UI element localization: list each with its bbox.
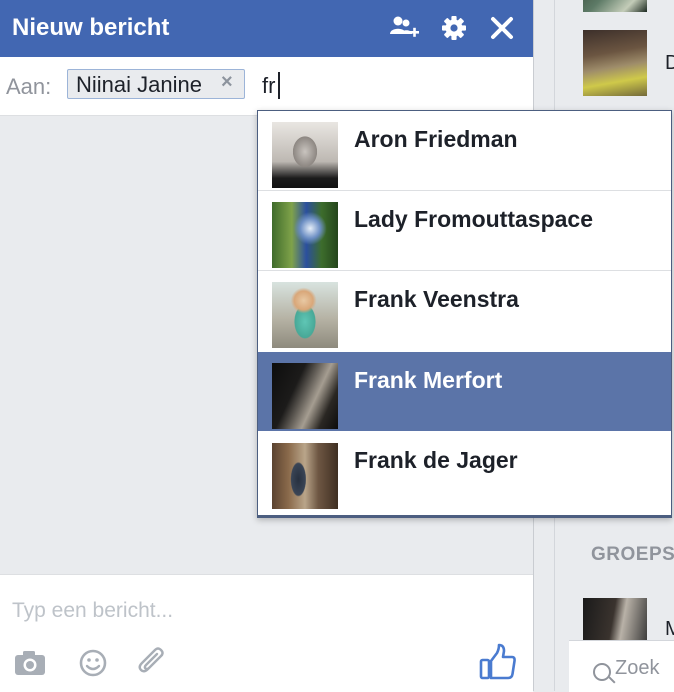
chat-titlebar[interactable]: Nieuw bericht <box>0 0 533 57</box>
suggestion-name: Lady Fromouttaspace <box>354 206 593 232</box>
recipient-token-label: Niinai Janine <box>76 72 202 97</box>
suggestion-item[interactable]: Lady Fromouttaspace <box>258 191 671 270</box>
thumbs-up-icon[interactable] <box>478 643 518 681</box>
message-input[interactable] <box>12 595 512 627</box>
avatar <box>272 282 338 348</box>
text-caret <box>278 72 280 99</box>
search-icon <box>593 663 611 681</box>
suggestion-name: Frank de Jager <box>354 447 518 473</box>
recipient-search-input[interactable] <box>262 71 442 101</box>
add-people-icon[interactable] <box>388 12 420 44</box>
gear-icon[interactable] <box>438 12 470 44</box>
recipient-token[interactable]: Niinai Janine × <box>67 69 245 99</box>
suggestion-name: Frank Merfort <box>354 367 503 393</box>
avatar <box>272 363 338 429</box>
close-icon[interactable] <box>486 12 518 44</box>
avatar <box>272 202 338 268</box>
sidebar-partial-name[interactable]: D <box>665 52 674 75</box>
suggestion-item[interactable]: Frank Veenstra <box>258 271 671 350</box>
emoji-icon[interactable] <box>76 647 112 679</box>
sidebar-partial-name[interactable]: M <box>665 618 674 641</box>
suggestion-item-selected[interactable]: Frank Merfort <box>258 352 671 431</box>
camera-icon[interactable] <box>12 647 48 679</box>
recipient-suggestions: Aron Friedman Lady Fromouttaspace Frank … <box>257 110 672 518</box>
avatar <box>272 443 338 509</box>
sidebar-section-title: GROEPS <box>591 544 674 565</box>
remove-recipient-icon[interactable]: × <box>221 71 233 94</box>
composer <box>0 574 533 692</box>
chat-title: Nieuw bericht <box>12 14 170 41</box>
avatar <box>272 122 338 188</box>
suggestion-item[interactable]: Frank de Jager <box>258 432 671 511</box>
paperclip-icon[interactable] <box>136 647 172 679</box>
sidebar-thumbnail[interactable] <box>583 0 647 12</box>
suggestion-name: Aron Friedman <box>354 126 518 152</box>
recipient-row: Aan: Niinai Janine × <box>0 57 533 116</box>
sidebar-search[interactable]: Zoek <box>569 640 674 692</box>
to-label: Aan: <box>6 74 52 99</box>
suggestion-name: Frank Veenstra <box>354 286 519 312</box>
sidebar-search-placeholder: Zoek <box>615 657 660 679</box>
suggestion-item[interactable]: Aron Friedman <box>258 111 671 190</box>
sidebar-thumbnail[interactable] <box>583 30 647 96</box>
